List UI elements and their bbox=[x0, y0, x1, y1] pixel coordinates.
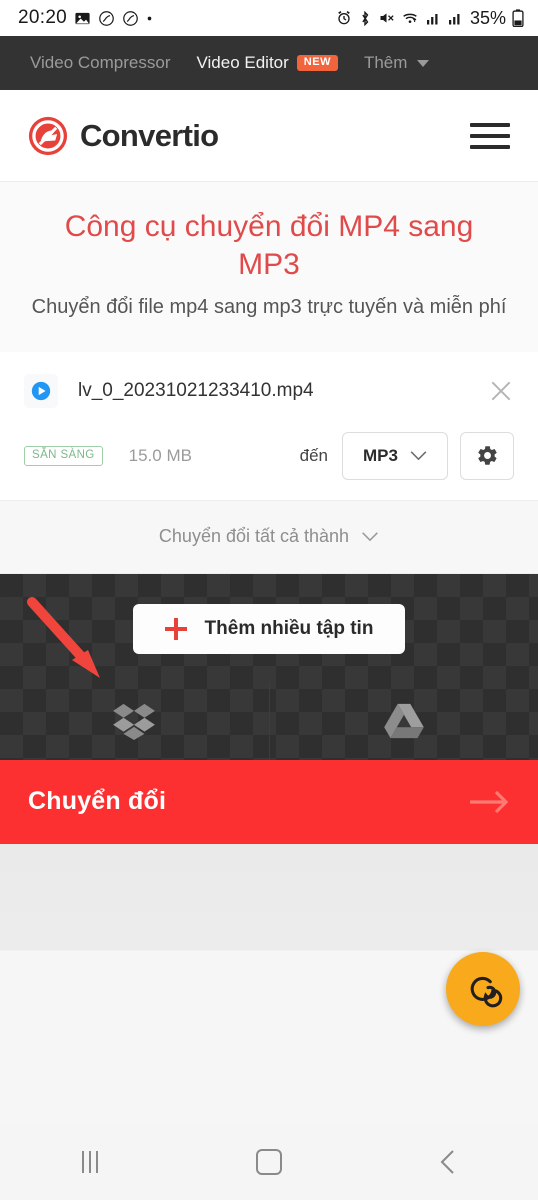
status-badge: SẴN SÀNG bbox=[24, 445, 103, 467]
status-clock: 20:20 bbox=[18, 7, 68, 28]
chevron-down-icon bbox=[410, 451, 427, 461]
convert-button-label: Chuyển đổi bbox=[28, 787, 167, 816]
file-row-bottom: SẴN SÀNG 15.0 MB đến MP3 bbox=[24, 431, 514, 480]
file-settings-button[interactable] bbox=[460, 431, 514, 480]
dot-indicator bbox=[147, 16, 152, 20]
brand-name: Convertio bbox=[80, 117, 219, 153]
topnav-item-video-editor[interactable]: Video Editor NEW bbox=[196, 53, 338, 73]
signal-sim1-icon bbox=[426, 13, 438, 24]
hero-section: Công cụ chuyển đổi MP4 sang MP3 Chuyển đ… bbox=[0, 182, 538, 352]
file-row: lv_0_20231021233410.mp4 SẴN SÀNG 15.0 MB… bbox=[0, 351, 538, 501]
status-bar: 20:20 35% bbox=[0, 0, 538, 36]
floating-action-button[interactable] bbox=[446, 952, 520, 1026]
topnav-label: Video Compressor bbox=[30, 53, 171, 72]
topnav-item-video-compressor[interactable]: Video Compressor bbox=[30, 53, 170, 73]
battery-percent: 35% bbox=[469, 7, 506, 28]
android-navigation-bar bbox=[0, 1124, 538, 1200]
recents-button[interactable] bbox=[0, 1151, 179, 1173]
file-size: 15.0 MB bbox=[128, 445, 192, 465]
page-subtitle: Chuyển đổi file mp4 sang mp3 trực tuyến … bbox=[31, 295, 507, 318]
cloud-source-row bbox=[0, 681, 538, 760]
gear-icon bbox=[477, 446, 497, 465]
status-bar-right: 35% bbox=[336, 8, 524, 29]
recents-bar bbox=[81, 1151, 84, 1173]
plus-icon bbox=[164, 617, 187, 640]
add-more-files-button[interactable]: Thêm nhiều tập tin bbox=[133, 603, 405, 654]
battery-icon bbox=[512, 9, 524, 27]
brand-header: Convertio bbox=[0, 90, 538, 182]
alarm-icon bbox=[338, 11, 350, 25]
hamburger-bar bbox=[470, 122, 510, 127]
signal-sim2-icon bbox=[448, 13, 460, 24]
file-name: lv_0_20231021233410.mp4 bbox=[78, 379, 314, 401]
convertio-logo-icon bbox=[28, 116, 68, 155]
video-play-icon bbox=[24, 373, 58, 408]
gallery-icon bbox=[75, 12, 90, 24]
hamburger-bar bbox=[470, 144, 510, 149]
add-more-files-label: Thêm nhiều tập tin bbox=[204, 617, 374, 639]
chevron-down-icon bbox=[362, 532, 378, 542]
close-x-icon[interactable] bbox=[488, 378, 514, 404]
spiral-icon bbox=[470, 976, 503, 1008]
output-format-value: MP3 bbox=[363, 445, 398, 465]
google-drive-icon bbox=[383, 703, 424, 738]
home-icon bbox=[255, 1149, 282, 1175]
topnav-item-more[interactable]: Thêm bbox=[363, 53, 430, 73]
hamburger-menu-icon[interactable] bbox=[470, 122, 510, 149]
bluetooth-icon bbox=[362, 10, 369, 26]
file-row-top: lv_0_20231021233410.mp4 bbox=[24, 373, 514, 408]
hamburger-bar bbox=[470, 133, 510, 138]
recents-bar bbox=[95, 1151, 98, 1173]
brand-logo-link[interactable]: Convertio bbox=[28, 116, 219, 156]
output-format-select[interactable]: MP3 bbox=[342, 431, 448, 480]
dropbox-icon bbox=[113, 703, 156, 740]
site-topnav: Video Compressor Video Editor NEW Thêm bbox=[0, 36, 538, 90]
home-button[interactable] bbox=[179, 1149, 358, 1175]
google-drive-source-button[interactable] bbox=[268, 681, 538, 760]
convert-all-dropdown[interactable]: Chuyển đổi tất cả thành bbox=[0, 500, 538, 574]
mute-icon bbox=[380, 13, 394, 23]
status-bar-left: 20:20 bbox=[18, 7, 153, 29]
dnd-secondary-icon bbox=[123, 10, 138, 26]
convert-all-label: Chuyển đổi tất cả thành bbox=[158, 526, 350, 547]
dnd-icon bbox=[99, 10, 114, 26]
file-drop-area[interactable]: Thêm nhiều tập tin bbox=[0, 574, 538, 760]
topnav-label: Thêm bbox=[363, 53, 408, 72]
topnav-label: Video Editor bbox=[196, 53, 289, 72]
new-badge: NEW bbox=[296, 55, 338, 71]
recents-bar bbox=[88, 1151, 91, 1173]
page-title: Công cụ chuyển đổi MP4 sang MP3 bbox=[64, 210, 474, 282]
phone-screen: 20:20 35% Video Compressor Video Editor … bbox=[0, 0, 538, 1200]
back-chevron-icon bbox=[440, 1150, 455, 1174]
dropbox-source-button[interactable] bbox=[0, 682, 269, 760]
to-label: đến bbox=[299, 445, 328, 465]
recents-icon bbox=[81, 1151, 98, 1173]
chevron-down-icon bbox=[417, 59, 430, 67]
red-arrow-annotation bbox=[27, 596, 100, 678]
arrow-right-icon bbox=[470, 790, 509, 813]
wifi-icon bbox=[403, 13, 417, 23]
convert-button[interactable]: Chuyển đổi bbox=[0, 759, 538, 844]
back-button[interactable] bbox=[359, 1149, 538, 1175]
